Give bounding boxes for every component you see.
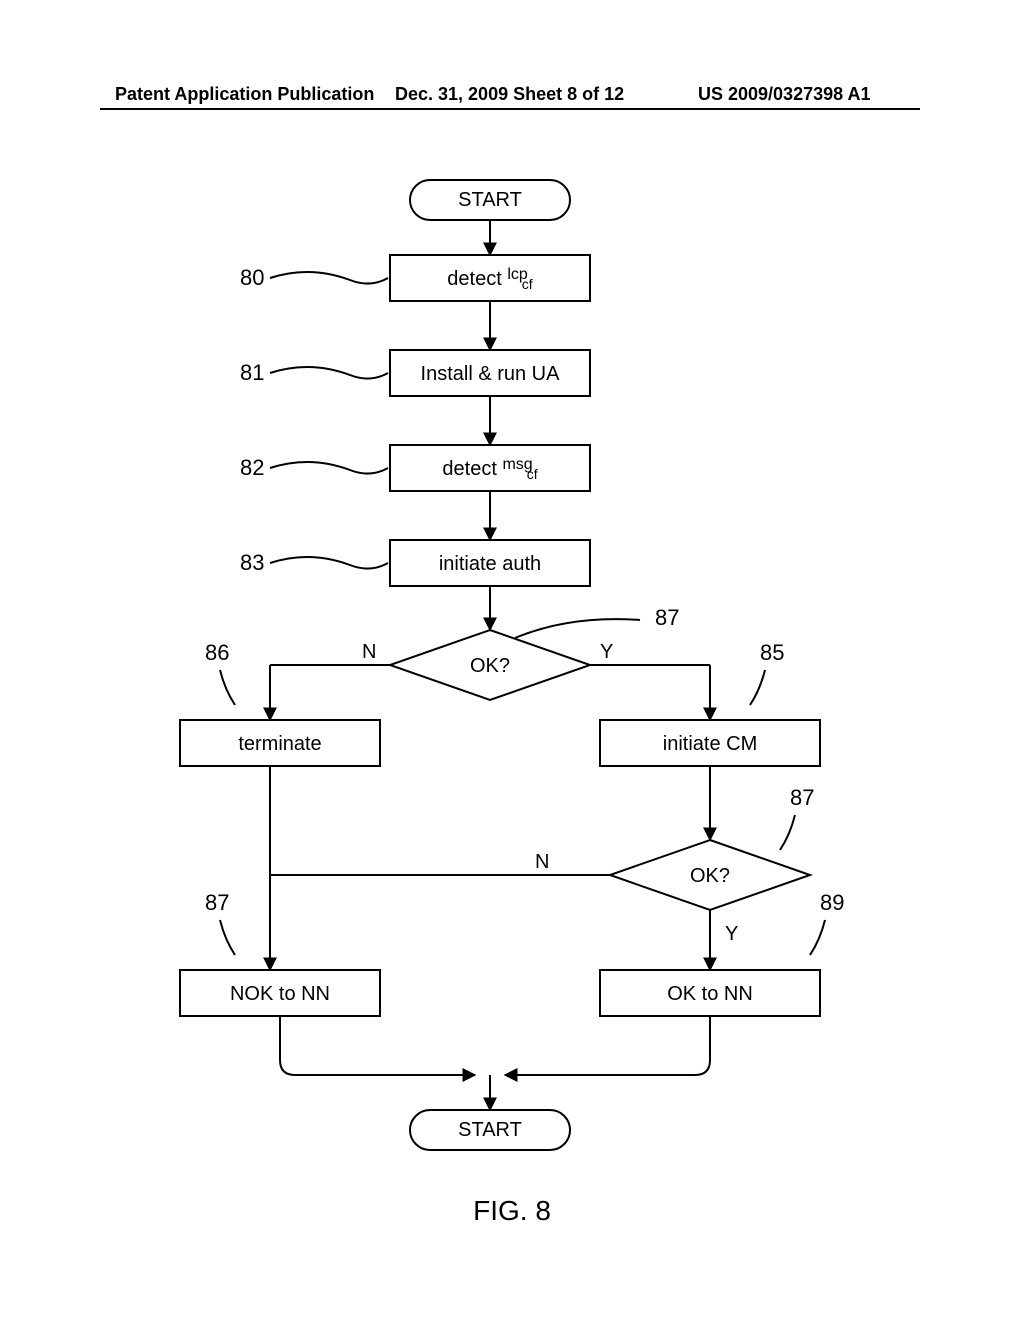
arrow-ok-merge	[505, 1016, 710, 1075]
leader-87b	[780, 815, 795, 850]
step85-label: initiate CM	[663, 733, 757, 755]
header-center: Dec. 31, 2009 Sheet 8 of 12	[395, 84, 624, 105]
ref-87left: 87	[205, 890, 229, 915]
end-label: START	[458, 1119, 522, 1141]
leader-89	[810, 920, 825, 955]
ref-81: 81	[240, 360, 264, 385]
ref-84line: 87	[655, 605, 679, 630]
leader-80	[270, 272, 388, 284]
ref-85: 85	[760, 640, 784, 665]
leader-86	[220, 670, 235, 705]
ref-82: 82	[240, 455, 264, 480]
dec87-yes: Y	[725, 923, 738, 945]
arrow-nok-merge	[280, 1016, 475, 1075]
dec84-yes: Y	[600, 641, 613, 663]
leader-84	[515, 619, 640, 638]
header-right: US 2009/0327398 A1	[698, 84, 870, 105]
step87-label: NOK to NN	[230, 983, 330, 1005]
dec84-label: OK?	[470, 655, 510, 677]
figure-caption: FIG. 8	[0, 1195, 1024, 1227]
leader-81	[270, 367, 388, 379]
dec87-no: N	[535, 851, 549, 873]
step83-label: initiate auth	[439, 553, 541, 575]
ref-87b: 87	[790, 785, 814, 810]
leader-82	[270, 462, 388, 474]
leader-85	[750, 670, 765, 705]
ref-89: 89	[820, 890, 844, 915]
ref-86: 86	[205, 640, 229, 665]
header-left: Patent Application Publication	[115, 84, 374, 105]
dec87-label: OK?	[690, 865, 730, 887]
leader-87left	[220, 920, 235, 955]
start-label: START	[458, 189, 522, 211]
dec84-no: N	[362, 641, 376, 663]
step89-label: OK to NN	[667, 983, 753, 1005]
leader-83	[270, 557, 388, 569]
ref-80: 80	[240, 265, 264, 290]
ref-83: 83	[240, 550, 264, 575]
flowchart-svg: START detect lcpcf 80 Install & run UA 8…	[100, 140, 920, 1190]
step86-label: terminate	[238, 733, 321, 755]
header-rule	[100, 108, 920, 110]
step81-label: Install & run UA	[421, 363, 561, 385]
